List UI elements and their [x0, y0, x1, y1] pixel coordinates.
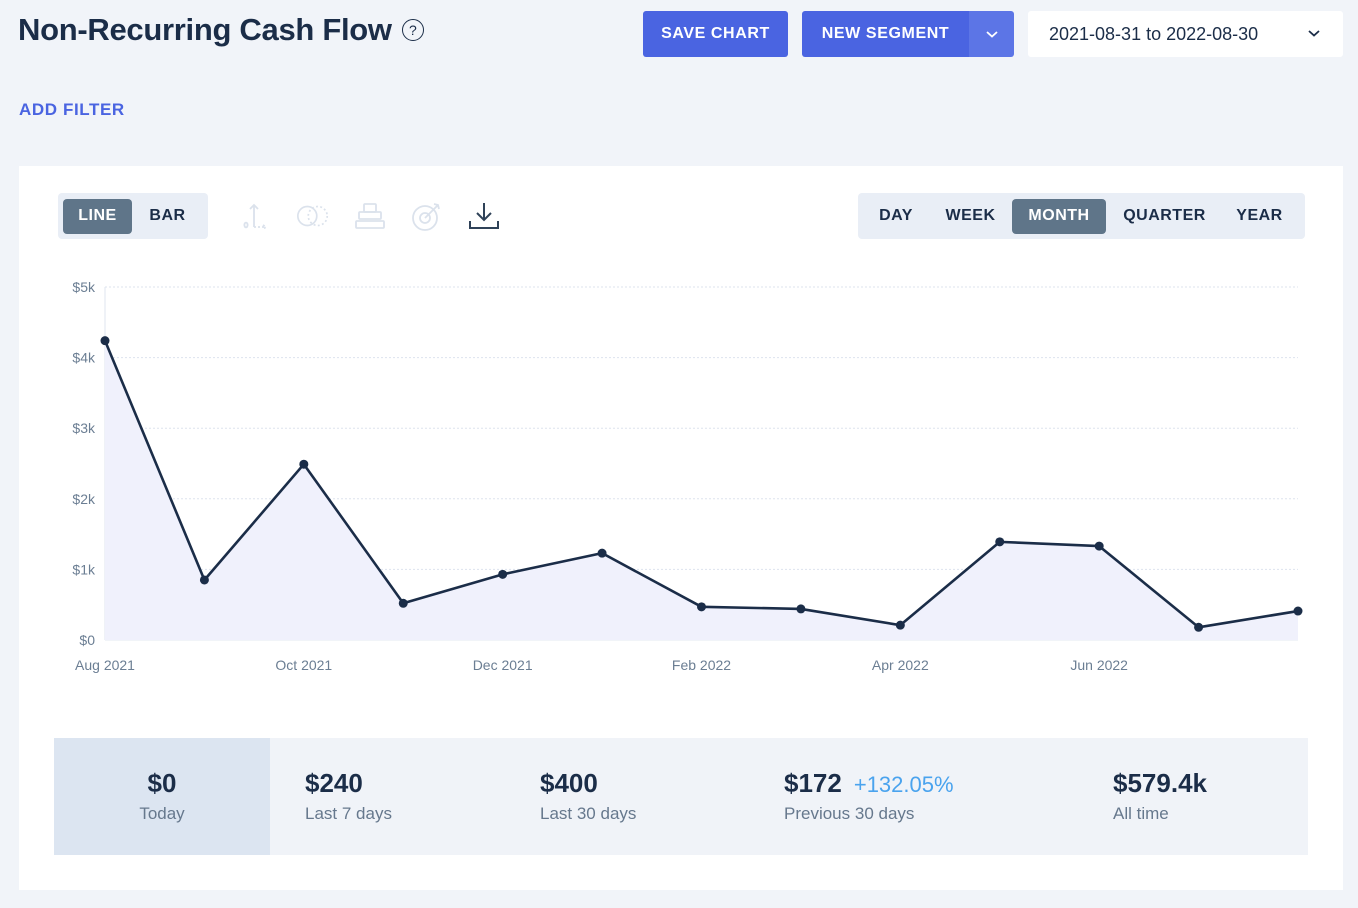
stat-label: Previous 30 days — [784, 804, 915, 823]
data-point[interactable] — [597, 548, 607, 558]
data-point[interactable] — [498, 569, 508, 579]
data-point[interactable] — [1293, 606, 1303, 616]
add-filter-button[interactable]: ADD FILTER — [19, 100, 125, 120]
stat-value: $240 — [305, 768, 363, 798]
stat-today[interactable]: $0 Today — [54, 738, 270, 855]
period-toggle: DAY WEEK MONTH QUARTER YEAR — [858, 193, 1305, 239]
stat-previous-30-days[interactable]: $172 +132.05% Previous 30 days — [784, 738, 1084, 855]
stat-value: $579.4k — [1113, 768, 1207, 798]
page-title-text: Non-Recurring Cash Flow — [18, 12, 392, 47]
stat-value: $400 — [540, 768, 598, 798]
stat-value: $172 +132.05% — [784, 768, 954, 799]
download-icon[interactable] — [466, 198, 502, 234]
question-circle-icon[interactable]: ? — [401, 19, 424, 41]
period-week[interactable]: WEEK — [929, 199, 1012, 234]
stat-value: $0 — [147, 768, 177, 798]
date-range-picker[interactable]: 2021-08-31 to 2022-08-30 — [1028, 11, 1343, 57]
x-tick-label: Apr 2022 — [872, 657, 929, 673]
x-tick-label: Oct 2021 — [275, 657, 332, 673]
chart-area-fill — [105, 340, 1298, 640]
data-point[interactable] — [199, 575, 209, 585]
x-tick-label: Jun 2022 — [1070, 657, 1128, 673]
date-range-value: 2021-08-31 to 2022-08-30 — [1049, 23, 1259, 44]
save-chart-button[interactable]: SAVE CHART — [643, 11, 788, 57]
y-tick-label: $1k — [72, 561, 96, 577]
new-segment-button[interactable]: NEW SEGMENT — [802, 11, 969, 57]
data-point[interactable] — [398, 598, 408, 608]
data-point[interactable] — [1094, 541, 1104, 551]
summary-stats: $0 Today $240 Last 7 days $400 Last 30 d… — [54, 738, 1308, 855]
period-quarter[interactable]: QUARTER — [1106, 199, 1223, 234]
stat-last-30-days[interactable]: $400 Last 30 days — [540, 738, 760, 855]
period-month[interactable]: MONTH — [1012, 198, 1106, 234]
stat-label: Today — [139, 804, 185, 823]
stat-label: Last 30 days — [540, 804, 637, 823]
stat-all-time[interactable]: $579.4k All time — [1113, 738, 1303, 855]
x-tick-label: Dec 2021 — [473, 657, 533, 673]
stat-last-7-days[interactable]: $240 Last 7 days — [305, 738, 525, 855]
x-tick-label: Feb 2022 — [672, 657, 731, 673]
data-point[interactable] — [1194, 622, 1204, 632]
page-title: Non-Recurring Cash Flow ? — [18, 12, 424, 48]
chevron-down-icon — [985, 31, 998, 38]
line-chart: $0 $1k $2k $3k $4k $5k Aug 2021 Oct 2021 Dec 20… — [72, 279, 1303, 673]
data-point[interactable] — [895, 620, 905, 630]
y-tick-label: $3k — [72, 420, 96, 436]
data-point[interactable] — [100, 336, 110, 346]
chart-type-line[interactable]: LINE — [63, 198, 132, 234]
chevron-down-icon — [1308, 30, 1320, 37]
chart-type-bar[interactable]: BAR — [132, 199, 203, 234]
stack-icon[interactable] — [352, 198, 388, 234]
stat-value-amount: $172 — [784, 768, 842, 798]
period-day[interactable]: DAY — [863, 199, 929, 234]
chart-type-toggle: LINE BAR — [58, 193, 208, 239]
x-tick-label: Aug 2021 — [75, 657, 135, 673]
goal-target-icon[interactable] — [409, 198, 445, 234]
new-segment-dropdown-button[interactable] — [969, 11, 1014, 57]
data-point[interactable] — [995, 537, 1005, 547]
data-point[interactable] — [697, 602, 706, 612]
y-tick-label: $5k — [72, 279, 96, 295]
period-year[interactable]: YEAR — [1223, 199, 1296, 234]
y-tick-label: $4k — [72, 350, 96, 366]
stat-label: All time — [1113, 804, 1169, 823]
data-point[interactable] — [796, 604, 806, 614]
y-tick-label: $2k — [72, 491, 96, 507]
y-tick-label: $0 — [79, 632, 95, 648]
stat-change-percent: +132.05% — [853, 772, 954, 797]
compare-overlap-icon[interactable] — [295, 198, 331, 234]
chart-card: LINE BAR DAY WEEK MONTH QUARTER YEAR $0 … — [19, 166, 1343, 890]
stat-label: Last 7 days — [305, 804, 392, 823]
data-point[interactable] — [299, 459, 309, 469]
axis-zero-icon[interactable] — [238, 198, 274, 234]
